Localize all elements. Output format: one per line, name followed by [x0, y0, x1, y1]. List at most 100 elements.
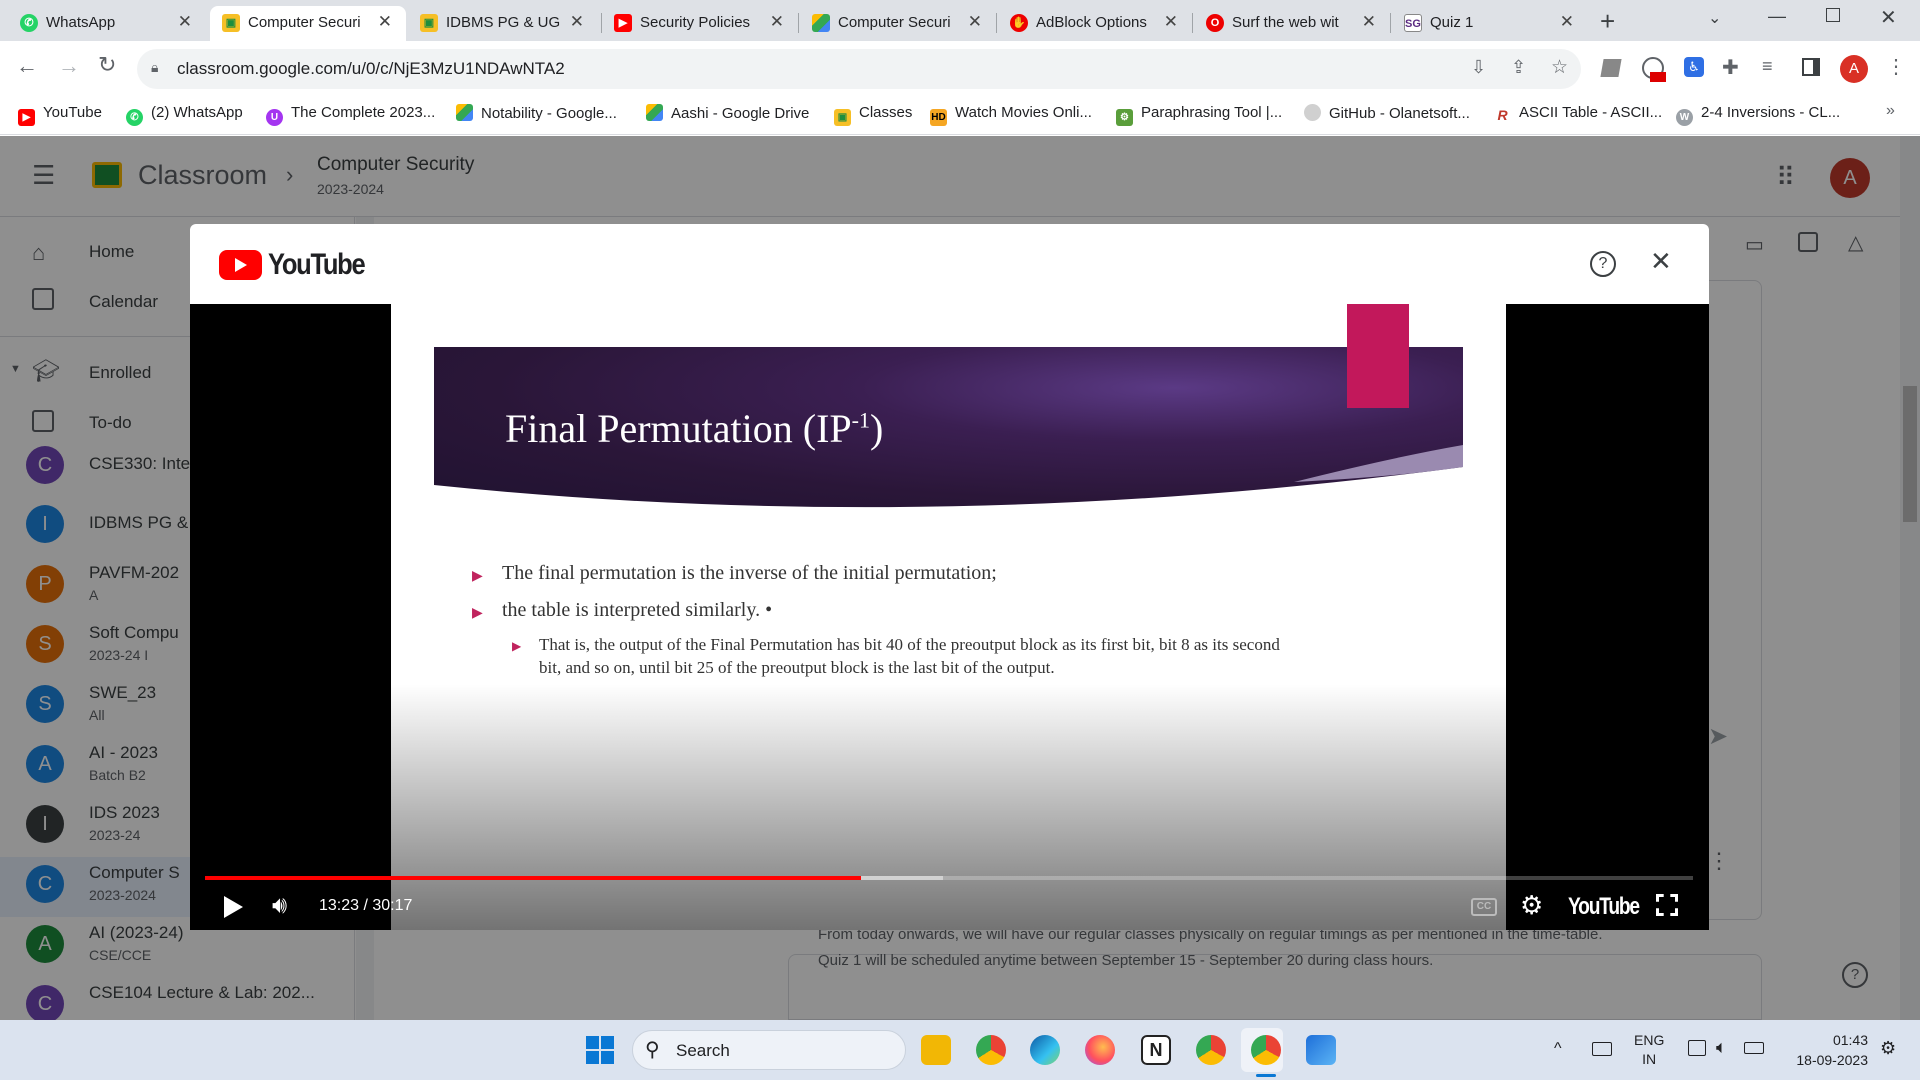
- bookmark-label: GitHub - Olanetsoft...: [1329, 105, 1470, 122]
- tab-label: Computer Securi: [838, 14, 951, 31]
- tab-opera[interactable]: O Surf the web wit ✕: [1194, 6, 1390, 41]
- progress-bar[interactable]: [205, 876, 1693, 880]
- reload-button[interactable]: ↻: [98, 52, 116, 78]
- address-bar[interactable]: 🔒︎ classroom.google.com/u/0/c/NjE3MzU1ND…: [137, 49, 1581, 89]
- chrome-icon[interactable]: [976, 1035, 1006, 1065]
- close-tab-icon[interactable]: ✕: [570, 12, 584, 32]
- bookmark-inversions[interactable]: W 2-4 Inversions - CL...: [1676, 104, 1840, 128]
- drive-icon: [812, 14, 830, 32]
- bookmark-label: 2-4 Inversions - CL...: [1701, 104, 1841, 121]
- new-tab-button[interactable]: +: [1600, 6, 1615, 37]
- help-icon[interactable]: ?: [1590, 251, 1616, 277]
- language-indicator[interactable]: ENG IN: [1634, 1031, 1664, 1069]
- bookmark-label: The Complete 2023...: [291, 104, 436, 121]
- bookmark-notability[interactable]: Notability - Google...: [456, 104, 617, 128]
- clock[interactable]: 01:43 18-09-2023: [1786, 1030, 1868, 1070]
- tab-computer-security-drive[interactable]: Computer Securi ✕: [800, 6, 996, 41]
- install-icon[interactable]: ⇩: [1471, 57, 1486, 78]
- bookmark-classes[interactable]: ▣ Classes: [834, 104, 912, 128]
- profile-avatar[interactable]: A: [1840, 55, 1868, 83]
- extensions-puzzle-icon[interactable]: ✚: [1722, 55, 1739, 80]
- settings-gear-icon[interactable]: ⚙: [1520, 890, 1543, 921]
- network-icon[interactable]: [1688, 1040, 1706, 1056]
- bookmark-star-icon[interactable]: ☆: [1551, 56, 1568, 79]
- play-button[interactable]: [224, 896, 243, 918]
- hd-icon: HD: [930, 109, 947, 126]
- fullscreen-icon[interactable]: [1656, 894, 1678, 916]
- bookmark-github[interactable]: GitHub - Olanetsoft...: [1304, 104, 1470, 128]
- close-tab-icon[interactable]: ✕: [1560, 12, 1574, 32]
- close-tab-icon[interactable]: ✕: [770, 12, 784, 32]
- minimize-button[interactable]: —: [1768, 6, 1786, 27]
- slide-bullet-1: The final permutation is the inverse of …: [502, 562, 997, 584]
- bookmark-movies[interactable]: HD Watch Movies Onli...: [930, 104, 1092, 128]
- slide-sub-bullet-line-1: That is, the output of the Final Permuta…: [539, 635, 1280, 654]
- notification-icon[interactable]: ⚙: [1880, 1038, 1896, 1059]
- bookmark-youtube[interactable]: ▶ YouTube: [18, 104, 102, 128]
- clock-date: 18-09-2023: [1796, 1052, 1868, 1068]
- share-icon[interactable]: ⇪: [1511, 57, 1526, 78]
- slide-sub-bullet-line-2: bit, and so on, until bit 25 of the preo…: [539, 658, 1055, 677]
- tab-search-chevron-icon[interactable]: ⌄: [1708, 8, 1721, 28]
- slide-bullet-2: the table is interpreted similarly. •: [502, 599, 773, 621]
- show-hidden-icons-chevron[interactable]: ^: [1554, 1040, 1562, 1058]
- side-panel-icon[interactable]: [1802, 58, 1820, 76]
- restore-button[interactable]: [1826, 8, 1840, 22]
- accessibility-ext-icon[interactable]: ♿︎: [1684, 57, 1704, 77]
- robot-icon: ⚙: [1116, 109, 1133, 126]
- photos-icon[interactable]: [1306, 1035, 1336, 1065]
- close-tab-icon[interactable]: ✕: [1362, 12, 1376, 32]
- taskbar-search[interactable]: ⚲ Search: [632, 1030, 906, 1070]
- opera-icon: O: [1206, 14, 1224, 32]
- adblock-icon: ✋: [1010, 14, 1028, 32]
- time-display: 13:23 / 30:17: [319, 897, 413, 914]
- battery-icon[interactable]: [1744, 1042, 1764, 1054]
- tab-adblock[interactable]: ✋ AdBlock Options ✕: [998, 6, 1192, 41]
- close-tab-icon[interactable]: ✕: [378, 12, 392, 32]
- chrome-profile-icon[interactable]: [1196, 1035, 1226, 1065]
- w-icon: W: [1676, 109, 1693, 126]
- reading-list-icon[interactable]: ≡: [1762, 56, 1773, 77]
- chrome-menu-icon[interactable]: ⋮: [1886, 54, 1906, 79]
- tab-quiz[interactable]: SG Quiz 1 ✕: [1392, 6, 1588, 41]
- tab-idbms[interactable]: ▣ IDBMS PG & UG ✕: [408, 6, 598, 41]
- tab-whatsapp[interactable]: ✆ WhatsApp ✕: [8, 6, 206, 41]
- bookmark-label: Aashi - Google Drive: [671, 105, 810, 122]
- keyboard-icon[interactable]: [1592, 1042, 1612, 1056]
- close-icon[interactable]: ✕: [1650, 246, 1672, 277]
- chrome-active-icon[interactable]: [1251, 1035, 1281, 1065]
- played-bar: [205, 876, 862, 880]
- bookmark-paraphrasing[interactable]: ⚙ Paraphrasing Tool |...: [1116, 104, 1282, 128]
- close-tab-icon[interactable]: ✕: [178, 12, 192, 32]
- speaker-icon[interactable]: 🔈︎: [1716, 1037, 1727, 1058]
- tab-computer-security[interactable]: ▣ Computer Securi ✕: [210, 6, 406, 41]
- bookmark-whatsapp[interactable]: ✆ (2) WhatsApp: [126, 104, 243, 128]
- close-tab-icon[interactable]: ✕: [1164, 12, 1178, 32]
- windows-start-icon[interactable]: [586, 1036, 614, 1064]
- classroom-icon: ▣: [834, 109, 851, 126]
- tab-label: Security Policies: [640, 14, 751, 31]
- tab-label: WhatsApp: [46, 14, 116, 31]
- bookmark-label: Paraphrasing Tool |...: [1141, 104, 1283, 121]
- bullet-arrow-icon: ▶: [472, 604, 483, 620]
- youtube-watch-button[interactable]: YouTube: [1568, 893, 1640, 921]
- bookmark-aashi-drive[interactable]: Aashi - Google Drive: [646, 104, 809, 128]
- tab-security-policies[interactable]: ▶ Security Policies ✕: [602, 6, 798, 41]
- file-explorer-icon[interactable]: [921, 1035, 951, 1065]
- bookmark-ascii[interactable]: R ASCII Table - ASCII...: [1494, 104, 1662, 128]
- url-text[interactable]: classroom.google.com/u/0/c/NjE3MzU1NDAwN…: [177, 59, 565, 79]
- firefox-icon[interactable]: [1085, 1035, 1115, 1065]
- close-tab-icon[interactable]: ✕: [968, 12, 982, 32]
- close-window-button[interactable]: ✕: [1880, 5, 1897, 30]
- captions-button[interactable]: CC: [1471, 898, 1497, 916]
- edge-icon[interactable]: [1030, 1035, 1060, 1065]
- bookmark-label: Notability - Google...: [481, 105, 617, 122]
- extension-icon[interactable]: [1600, 59, 1622, 77]
- bullet-arrow-icon: ▶: [472, 567, 483, 583]
- back-button[interactable]: ←: [16, 53, 38, 79]
- forward-button[interactable]: →: [58, 53, 80, 79]
- more-bookmarks-button[interactable]: »: [1886, 102, 1895, 120]
- volume-icon[interactable]: 🔊︎: [272, 892, 287, 920]
- notion-icon[interactable]: N: [1141, 1035, 1171, 1065]
- bookmark-udemy[interactable]: U The Complete 2023...: [266, 104, 435, 128]
